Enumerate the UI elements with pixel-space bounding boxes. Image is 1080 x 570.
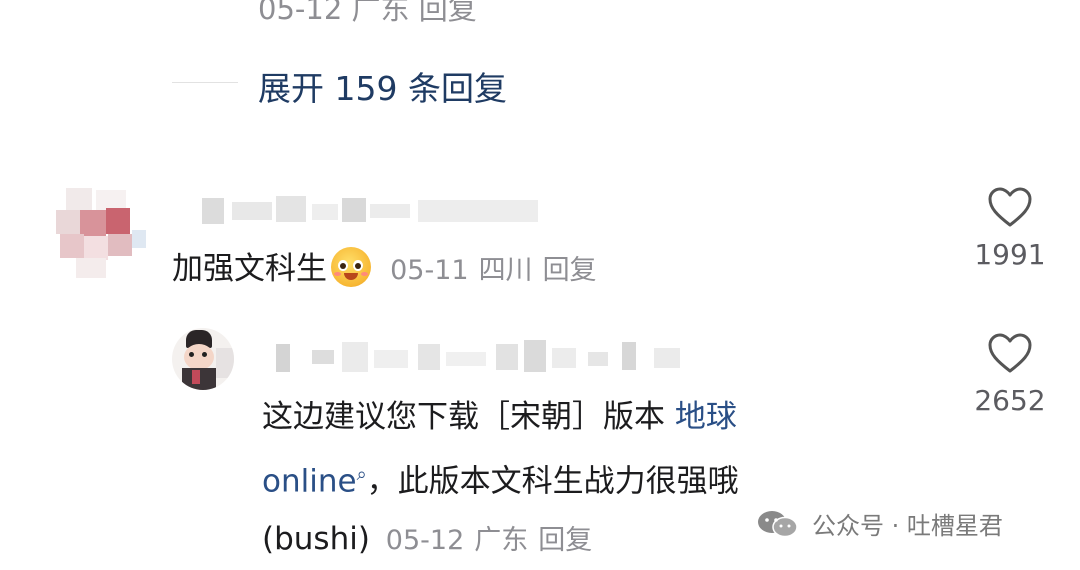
- wechat-icon: [758, 510, 798, 537]
- comment-text: 加强文科生: [172, 251, 327, 287]
- search-link-continued[interactable]: online: [262, 463, 357, 499]
- comment-line-1: 这边建议您下载［宋朝］版本 地球: [262, 388, 739, 446]
- comment-location: 四川: [478, 255, 533, 286]
- like-count: 1991: [974, 238, 1046, 271]
- watermark-label: 公众号 · 吐槽星君: [812, 512, 1003, 540]
- expand-replies-button[interactable]: 展开 159 条回复: [258, 62, 507, 110]
- comment-text: ，此版本文科生战力很强哦: [366, 463, 739, 500]
- avatar[interactable]: [172, 328, 234, 390]
- comment-location: 广东: [474, 525, 529, 557]
- previous-comment-meta: 05-12 广东 回复: [258, 0, 477, 28]
- comment-date: 05-11: [390, 255, 469, 286]
- avatar[interactable]: [56, 188, 146, 278]
- heart-icon: [988, 333, 1032, 373]
- reply-button[interactable]: 回复: [543, 255, 597, 286]
- heart-icon: [988, 187, 1032, 227]
- comment-body: 加强文科生 05-11 四川 回复: [172, 243, 597, 288]
- comment-text: (bushi): [262, 521, 370, 558]
- reply-button[interactable]: 回复: [538, 525, 592, 556]
- username[interactable]: [172, 192, 552, 226]
- search-icon[interactable]: ⌕: [357, 464, 367, 485]
- search-link[interactable]: 地球: [675, 399, 737, 435]
- expand-divider: [172, 82, 238, 83]
- comment-date: 05-12: [385, 525, 465, 557]
- reply-button[interactable]: 回复: [419, 0, 477, 26]
- like-button[interactable]: 1991: [955, 186, 1065, 271]
- comment-line-3: (bushi) 05-12 广东 回复: [262, 510, 739, 570]
- comment-date: 05-12: [258, 0, 343, 26]
- comment-body: 这边建议您下载［宋朝］版本 地球 online⌕，此版本文科生战力很强哦 (bu…: [262, 388, 739, 570]
- username[interactable]: [262, 338, 702, 374]
- comment-location: 广东: [351, 0, 410, 26]
- comment-line-2: online⌕，此版本文科生战力很强哦: [262, 446, 739, 510]
- like-button[interactable]: 2652: [955, 332, 1065, 417]
- comment-text: 这边建议您下载［宋朝］版本: [262, 399, 665, 435]
- like-count: 2652: [974, 384, 1046, 417]
- smiling-face-emoji-icon: [331, 247, 371, 287]
- watermark: 公众号 · 吐槽星君: [756, 506, 1003, 541]
